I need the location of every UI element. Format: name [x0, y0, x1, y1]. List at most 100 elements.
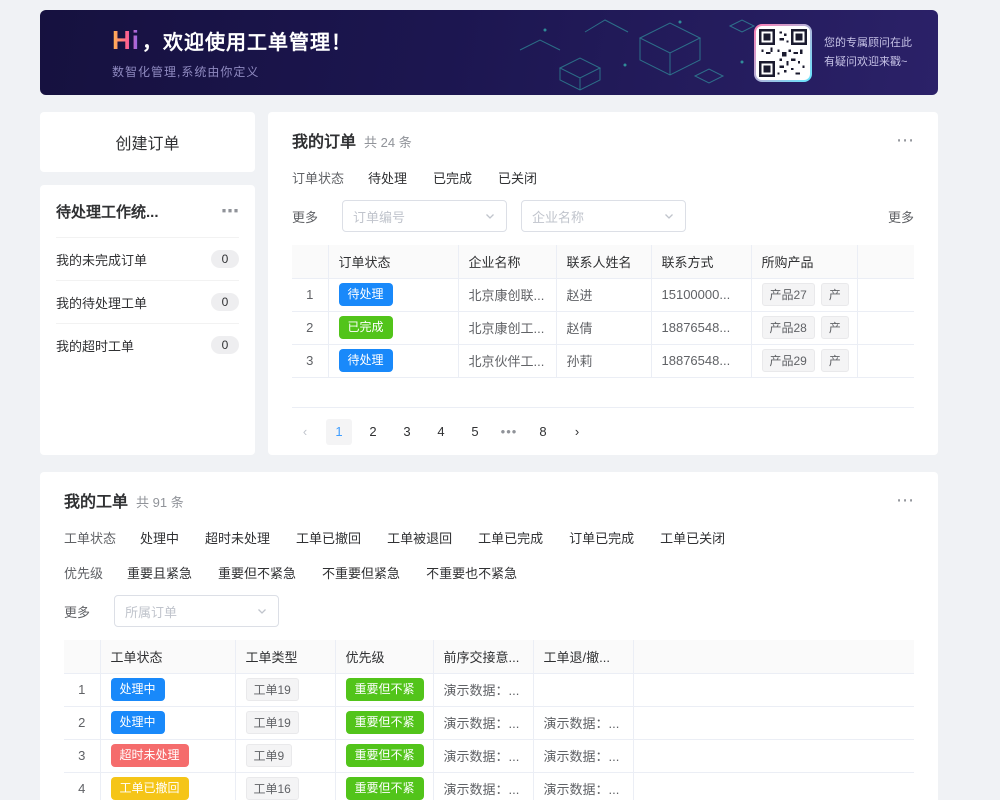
pagination-page-4[interactable]: 4: [428, 419, 454, 445]
workorder-row[interactable]: 3 超时未处理 工单9 重要但不紧 演示数据：... 演示数据：...: [64, 739, 914, 772]
chevron-down-icon: [484, 210, 496, 222]
products-cell: 产品28产: [751, 311, 857, 344]
workorders-panel-title: 我的工单: [64, 488, 128, 512]
wo-filter-order-completed[interactable]: 订单已完成: [569, 528, 634, 547]
workorders-table-header-row: 工单状态 工单类型 优先级 前序交接意... 工单退/撤...: [64, 640, 914, 673]
contact-cell: 赵进: [556, 278, 651, 311]
pagination-page-2[interactable]: 2: [360, 419, 386, 445]
wo-filter-returned[interactable]: 工单被退回: [387, 528, 452, 547]
pagination-prev-icon[interactable]: ‹: [292, 419, 318, 445]
wo-filter-withdrawn[interactable]: 工单已撤回: [296, 528, 361, 547]
stat-item-unfinished-orders[interactable]: 我的未完成订单 0: [56, 237, 239, 280]
stats-more-icon[interactable]: ⋯: [221, 202, 239, 220]
stat-label: 我的超时工单: [56, 336, 134, 355]
order-status-badge: 待处理: [339, 349, 393, 371]
order-row[interactable]: 1 待处理 北京康创联... 赵进 15100000... 产品27产: [292, 278, 914, 311]
orders-table: 订单状态 企业名称 联系人姓名 联系方式 所购产品 1 待处理 北京康创联..: [292, 245, 914, 408]
welcome-banner: Hi，欢迎使用工单管理！ 数智化管理,系统由你定义: [40, 10, 938, 95]
wo-type-cell: 工单9: [235, 739, 335, 772]
row-index: 1: [64, 673, 100, 706]
col-wo-status: 工单状态: [100, 640, 235, 673]
company-cell: 北京伙伴工...: [458, 344, 556, 377]
withdraw-cell: 演示数据：...: [533, 706, 633, 739]
workorder-row[interactable]: 2 处理中 工单19 重要但不紧 演示数据：... 演示数据：...: [64, 706, 914, 739]
wo-filter-overdue[interactable]: 超时未处理: [205, 528, 270, 547]
pagination-page-3[interactable]: 3: [394, 419, 420, 445]
workorders-more-icon[interactable]: ⋯: [896, 491, 914, 509]
stat-item-overdue-workorders[interactable]: 我的超时工单 0: [56, 323, 239, 366]
phone-cell: 18876548...: [651, 344, 751, 377]
product-tag-clipped: 产: [821, 316, 849, 339]
qr-note-line1: 您的专属顾问在此: [824, 34, 912, 53]
parent-order-select[interactable]: 所属订单: [114, 595, 279, 627]
pagination: ‹ 1 2 3 4 5 ••• 8 ›: [292, 419, 914, 445]
phone-cell: 18876548...: [651, 311, 751, 344]
wo-type-cell: 工单19: [235, 673, 335, 706]
col-company: 企业名称: [458, 245, 556, 278]
col-contact-name: 联系人姓名: [556, 245, 651, 278]
order-no-placeholder: 订单编号: [353, 207, 405, 226]
priority-not-important-not-urgent[interactable]: 不重要也不紧急: [426, 563, 517, 582]
handover-cell: 演示数据：...: [433, 673, 533, 706]
col-wo-type: 工单类型: [235, 640, 335, 673]
chevron-down-icon: [663, 210, 675, 222]
col-handover: 前序交接意...: [433, 640, 533, 673]
pagination-next-icon[interactable]: ›: [564, 419, 590, 445]
order-status-badge: 已完成: [339, 316, 393, 338]
company-name-placeholder: 企业名称: [532, 207, 584, 226]
filter-option-closed[interactable]: 已关闭: [498, 168, 537, 187]
col-order-status: 订单状态: [328, 245, 458, 278]
col-products: 所购产品: [751, 245, 857, 278]
filter-option-pending[interactable]: 待处理: [368, 168, 407, 187]
orders-more-icon[interactable]: ⋯: [896, 131, 914, 149]
wo-type-tag: 工单16: [246, 777, 299, 800]
pagination-ellipsis-icon[interactable]: •••: [496, 419, 522, 445]
wo-filter-closed[interactable]: 工单已关闭: [660, 528, 725, 547]
company-name-select[interactable]: 企业名称: [521, 200, 686, 232]
workorders-table: 工单状态 工单类型 优先级 前序交接意... 工单退/撤... 1 处理中 工单…: [64, 640, 914, 800]
wo-filter-wo-completed[interactable]: 工单已完成: [478, 528, 543, 547]
empty-table-row: [292, 377, 914, 407]
order-row[interactable]: 2 已完成 北京康创工... 赵倩 18876548... 产品28产: [292, 311, 914, 344]
orders-more-link[interactable]: 更多: [888, 207, 914, 226]
wo-filter-processing[interactable]: 处理中: [140, 528, 179, 547]
handover-cell: 演示数据：...: [433, 772, 533, 800]
stat-item-pending-workorders[interactable]: 我的待处理工单 0: [56, 280, 239, 323]
empty-cell: [633, 706, 914, 739]
count-badge: 0: [211, 336, 239, 354]
sidebar: 创建订单 待处理工作统... ⋯ 我的未完成订单 0 我的待处理工单 0 我的超…: [40, 112, 255, 455]
empty-cell: [633, 739, 914, 772]
contact-cell: 赵倩: [556, 311, 651, 344]
priority-important-urgent[interactable]: 重要且紧急: [127, 563, 192, 582]
workorder-row[interactable]: 1 处理中 工单19 重要但不紧 演示数据：...: [64, 673, 914, 706]
wo-status-badge: 工单已撤回: [111, 777, 189, 799]
empty-header-cell: [857, 245, 914, 278]
create-order-button[interactable]: 创建订单: [40, 112, 255, 172]
priority-important-not-urgent[interactable]: 重要但不紧急: [218, 563, 296, 582]
order-no-select[interactable]: 订单编号: [342, 200, 507, 232]
priority-badge: 重要但不紧: [346, 711, 424, 733]
wo-type-tag: 工单19: [246, 678, 299, 701]
products-cell: 产品29产: [751, 344, 857, 377]
orders-panel-title: 我的订单: [292, 128, 356, 152]
filter-option-completed[interactable]: 已完成: [433, 168, 472, 187]
parent-order-placeholder: 所属订单: [125, 602, 177, 621]
withdraw-cell: [533, 673, 633, 706]
priority-not-important-urgent[interactable]: 不重要但紧急: [322, 563, 400, 582]
wo-type-cell: 工单16: [235, 772, 335, 800]
product-tag: 产品29: [762, 349, 815, 372]
qr-note: 您的专属顾问在此 有疑问欢迎来戳~: [824, 34, 912, 71]
pagination-page-5[interactable]: 5: [462, 419, 488, 445]
workorder-row[interactable]: 4 工单已撤回 工单16 重要但不紧 演示数据：... 演示数据：...: [64, 772, 914, 800]
wo-more-filter-label: 更多: [64, 602, 90, 621]
empty-cell: [857, 278, 914, 311]
empty-cell: [857, 311, 914, 344]
empty-cell: [857, 344, 914, 377]
wo-status-badge: 超时未处理: [111, 744, 189, 766]
orders-count: 共 24 条: [364, 132, 412, 151]
count-badge: 0: [211, 250, 239, 268]
handover-cell: 演示数据：...: [433, 739, 533, 772]
pagination-page-1[interactable]: 1: [326, 419, 352, 445]
pagination-page-8[interactable]: 8: [530, 419, 556, 445]
order-row[interactable]: 3 待处理 北京伙伴工... 孙莉 18876548... 产品29产: [292, 344, 914, 377]
